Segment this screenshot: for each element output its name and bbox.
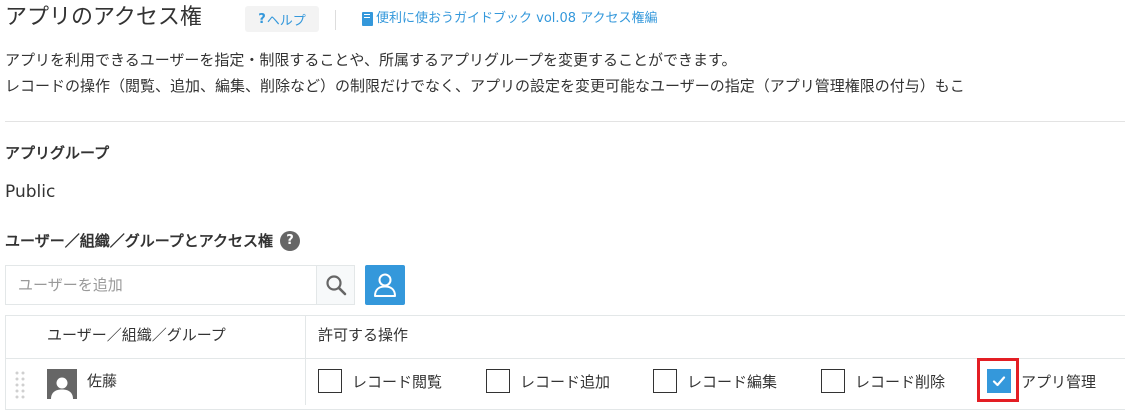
help-button[interactable]: ? ヘルプ xyxy=(245,6,319,32)
perm-record-delete-checkbox[interactable] xyxy=(821,369,845,393)
description-line-1: アプリを利用できるユーザーを指定・制限することや、所属するアプリグループを変更す… xyxy=(5,51,737,69)
perm-record-add-checkbox[interactable] xyxy=(486,369,510,393)
perm-record-delete-label: レコード削除 xyxy=(855,372,946,391)
search-icon xyxy=(325,275,346,296)
avatar xyxy=(47,369,77,399)
table-column-divider xyxy=(305,315,306,405)
perm-record-view-checkbox[interactable] xyxy=(318,369,342,393)
help-question-icon: ? xyxy=(258,11,266,27)
page-title: アプリのアクセス権 xyxy=(5,5,202,30)
question-circle-icon[interactable]: ? xyxy=(280,231,301,251)
perm-record-add[interactable]: レコード追加 xyxy=(486,369,610,393)
row-user-name: 佐藤 xyxy=(87,372,118,390)
search-button[interactable] xyxy=(316,265,355,305)
highlight-box xyxy=(977,358,1019,402)
guidebook-link[interactable]: 便利に使おうガイドブック vol.08 アクセス権編 xyxy=(362,9,658,29)
person-icon xyxy=(51,377,73,399)
user-select-button[interactable] xyxy=(365,265,405,305)
column-header-permissions: 許可する操作 xyxy=(318,326,409,344)
access-heading: ユーザー／組織／グループとアクセス権 ? xyxy=(5,230,301,252)
header-divider xyxy=(335,10,336,30)
book-icon xyxy=(362,12,373,26)
app-group-value: Public xyxy=(5,182,56,202)
access-heading-label: ユーザー／組織／グループとアクセス権 xyxy=(5,232,274,250)
user-icon xyxy=(374,273,396,297)
help-label: ヘルプ xyxy=(266,13,306,29)
perm-record-view[interactable]: レコード閲覧 xyxy=(318,369,442,393)
add-user-input[interactable] xyxy=(5,265,317,305)
perm-record-add-label: レコード追加 xyxy=(520,372,611,391)
drag-handle-icon[interactable] xyxy=(13,369,27,405)
perm-record-edit-checkbox[interactable] xyxy=(653,369,677,393)
perm-record-view-label: レコード閲覧 xyxy=(352,372,443,391)
section-divider xyxy=(5,121,1125,122)
app-group-heading: アプリグループ xyxy=(5,144,110,162)
column-header-entity: ユーザー／組織／グループ xyxy=(47,326,226,344)
guidebook-link-label: 便利に使おうガイドブック vol.08 アクセス権編 xyxy=(376,11,658,26)
perm-record-edit[interactable]: レコード編集 xyxy=(653,369,777,393)
perm-record-delete[interactable]: レコード削除 xyxy=(821,369,945,393)
description-line-2: レコードの操作（閲覧、追加、編集、削除など）の制限だけでなく、アプリの設定を変更… xyxy=(5,77,965,95)
perm-record-edit-label: レコード編集 xyxy=(687,372,778,391)
perm-app-admin-label: アプリ管理 xyxy=(1021,372,1097,391)
